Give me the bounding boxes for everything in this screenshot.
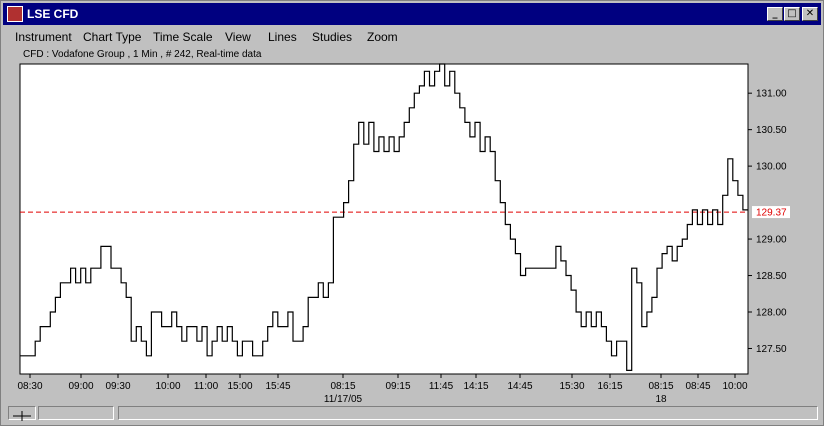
x-tick-label: 11:00: [194, 381, 219, 392]
window-title: LSE CFD: [27, 7, 79, 21]
status-cell-1: [38, 406, 114, 420]
x-tick-label: 15:30: [559, 381, 584, 392]
x-tick-label: 09:15: [385, 381, 410, 392]
x-date-label: 18: [655, 394, 667, 402]
menu-zoom[interactable]: Zoom: [367, 30, 398, 44]
x-tick-label: 08:45: [685, 381, 710, 392]
menu-studies[interactable]: Studies: [312, 30, 352, 44]
app-icon[interactable]: [7, 6, 23, 22]
reference-label: 129.37: [756, 208, 787, 219]
x-tick-label: 14:15: [463, 381, 488, 392]
x-tick-label: 09:30: [105, 381, 130, 392]
maximize-button[interactable]: □: [784, 7, 800, 21]
y-tick-label: 128.50: [756, 271, 787, 282]
x-date-label: 11/17/05: [324, 394, 363, 402]
x-tick-label: 16:15: [597, 381, 622, 392]
x-tick-label: 15:00: [227, 381, 252, 392]
crosshair-icon[interactable]: [8, 406, 36, 421]
x-tick-label: 15:45: [265, 381, 290, 392]
menu-instrument[interactable]: Instrument: [15, 30, 72, 44]
x-tick-label: 09:00: [68, 381, 93, 392]
status-bar: [2, 404, 820, 422]
y-tick-label: 130.00: [756, 162, 787, 173]
y-tick-label: 131.00: [756, 89, 787, 100]
menu-time-scale[interactable]: Time Scale: [153, 30, 213, 44]
plot-area[interactable]: [19, 63, 749, 375]
menu-lines[interactable]: Lines: [268, 30, 297, 44]
price-chart[interactable]: 08:30 09:00 09:30 10:00 11:00 15:00 15:45 08:15…: [0, 58, 824, 402]
x-tick-label: 08:15: [648, 381, 673, 392]
status-cell-2: [118, 406, 818, 420]
menu-chart-type[interactable]: Chart Type: [83, 30, 141, 44]
y-tick-label: 130.50: [756, 125, 787, 136]
x-tick-label: 08:30: [17, 381, 42, 392]
minimize-button[interactable]: _: [767, 7, 783, 21]
x-tick-label: 10:00: [722, 381, 747, 392]
menu-view[interactable]: View: [225, 30, 251, 44]
x-tick-label: 11:45: [429, 381, 454, 392]
title-bar[interactable]: LSE CFD _ □ ✕: [3, 3, 821, 25]
x-tick-label: 10:00: [155, 381, 180, 392]
y-tick-label: 127.50: [756, 344, 787, 355]
y-tick-label: 129.00: [756, 235, 787, 246]
menu-bar: Instrument Chart Type Time Scale View Li…: [3, 27, 821, 47]
y-tick-label: 128.00: [756, 308, 787, 319]
x-tick-label: 08:15: [330, 381, 355, 392]
x-tick-label: 14:45: [507, 381, 532, 392]
close-button[interactable]: ✕: [802, 7, 818, 21]
